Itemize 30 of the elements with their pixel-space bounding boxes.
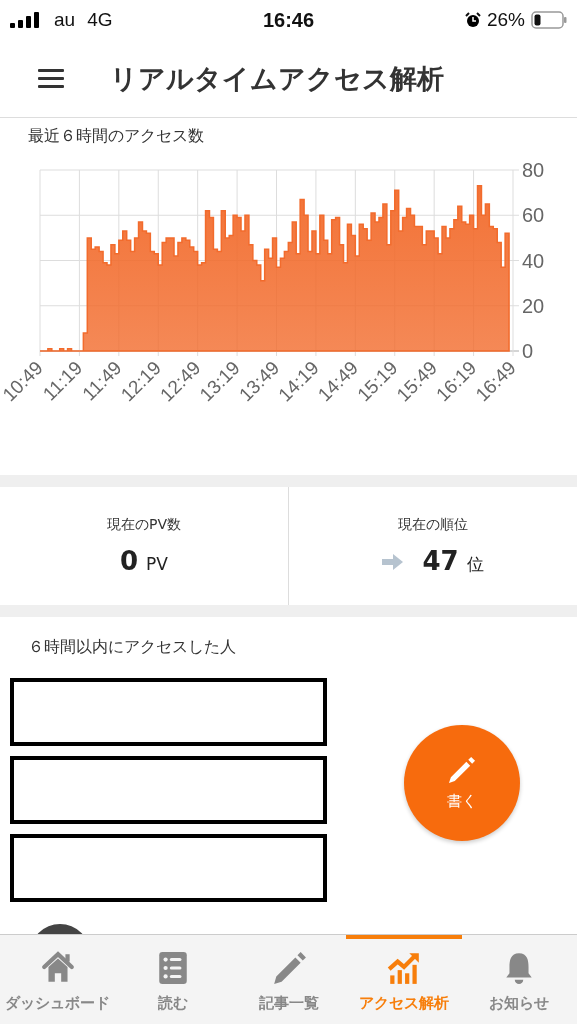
stat-unit: PV bbox=[146, 554, 168, 574]
carrier-text: au bbox=[54, 9, 76, 31]
axis-label: 40 bbox=[522, 249, 545, 272]
chart-icon bbox=[385, 950, 422, 986]
pencil-icon bbox=[448, 755, 476, 784]
stat-value: 0 bbox=[120, 546, 139, 576]
right-arrow-icon bbox=[382, 554, 405, 570]
axis-label: 20 bbox=[522, 294, 545, 317]
alarm-icon bbox=[464, 12, 481, 28]
stat-unit: 位 bbox=[466, 553, 484, 576]
battery-icon bbox=[531, 11, 567, 29]
write-button[interactable]: 書く bbox=[404, 725, 520, 841]
tab[interactable]: アクセス解析 bbox=[346, 935, 462, 1024]
network-text: 4G bbox=[87, 9, 113, 31]
tab[interactable]: 読む bbox=[115, 935, 231, 1024]
tab[interactable]: 記事一覧 bbox=[230, 935, 347, 1024]
axis-label: 0 bbox=[522, 340, 534, 362]
stat-label: 現在の順位 bbox=[398, 516, 468, 534]
tab[interactable]: お知らせ bbox=[461, 935, 577, 1024]
battery-percent: 26% bbox=[486, 9, 525, 31]
section-title: ６時間以内にアクセスした人 bbox=[28, 637, 236, 658]
section-title: 最近６時間のアクセス数 bbox=[28, 126, 204, 147]
stat-label: 現在のPV数 bbox=[107, 516, 181, 534]
clock-time: 16:46 bbox=[262, 8, 315, 32]
tab[interactable]: ダッシュボード bbox=[0, 935, 116, 1024]
page-title: リアルタイムアクセス解析 bbox=[110, 61, 444, 96]
signal-icon bbox=[10, 12, 42, 28]
axis-label: 60 bbox=[522, 204, 545, 227]
axis-label: 80 bbox=[522, 159, 545, 181]
stat-value: 47 bbox=[422, 546, 459, 576]
